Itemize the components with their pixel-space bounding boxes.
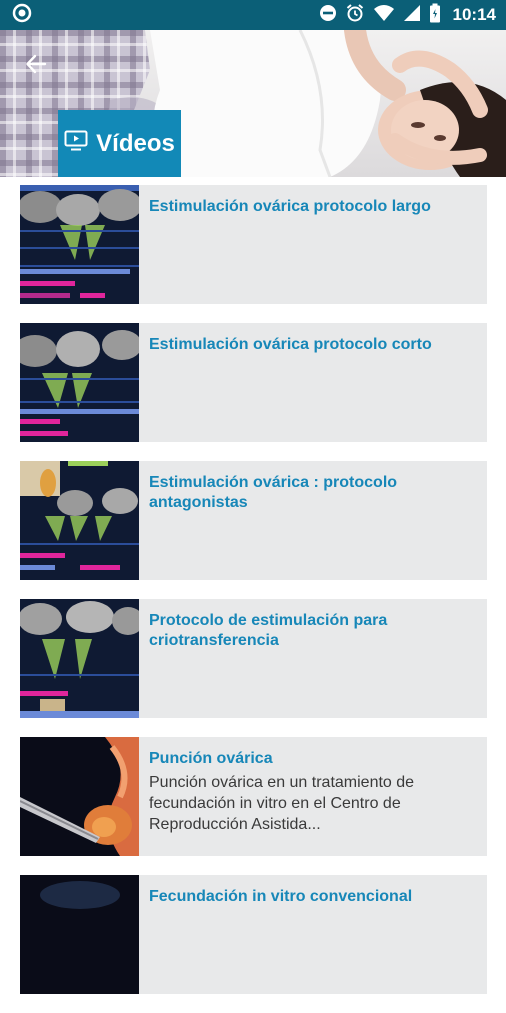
status-time: 10:14 — [452, 5, 496, 24]
do-not-disturb-icon — [319, 4, 337, 27]
video-thumbnail — [20, 323, 139, 442]
video-title: Fecundación in vitro convencional — [149, 888, 413, 905]
video-item[interactable]: Estimulación ovárica protocolo largo — [20, 185, 487, 304]
video-item[interactable]: Estimulación ovárica : protocolo antagon… — [20, 461, 487, 580]
video-item[interactable]: Fecundación in vitro convencional — [20, 875, 487, 994]
video-title: Punción ovárica — [149, 750, 273, 767]
video-item[interactable]: Estimulación ovárica protocolo corto — [20, 323, 487, 442]
video-title: Protocolo de estimulación para criotrans… — [149, 612, 388, 649]
video-thumbnail — [20, 875, 139, 994]
page-title-box: Vídeos — [58, 110, 181, 177]
video-thumbnail — [20, 461, 139, 580]
video-thumbnail — [20, 737, 139, 856]
video-thumbnail — [20, 185, 139, 304]
signal-icon — [403, 4, 421, 27]
page-title: Vídeos — [96, 129, 175, 157]
wifi-icon — [373, 4, 395, 27]
video-description: Punción ovárica en un tratamiento de fec… — [149, 774, 415, 833]
video-title: Estimulación ovárica : protocolo antagon… — [149, 474, 398, 511]
video-thumbnail — [20, 599, 139, 718]
back-button[interactable] — [20, 50, 52, 82]
back-arrow-icon — [25, 53, 47, 80]
status-bar: 10:14 — [0, 0, 506, 30]
video-icon — [64, 130, 88, 157]
video-list: Estimulación ovárica protocolo largo Est… — [20, 185, 487, 1013]
alarm-icon — [345, 3, 365, 28]
header-banner: Vídeos — [0, 30, 506, 177]
video-item[interactable]: Protocolo de estimulación para criotrans… — [20, 599, 487, 718]
video-title: Estimulación ovárica protocolo corto — [149, 336, 432, 353]
app-notification-icon — [12, 3, 32, 28]
battery-icon — [429, 3, 441, 28]
video-item[interactable]: Punción ovárica Punción ovárica en un tr… — [20, 737, 487, 856]
video-title: Estimulación ovárica protocolo largo — [149, 198, 431, 215]
